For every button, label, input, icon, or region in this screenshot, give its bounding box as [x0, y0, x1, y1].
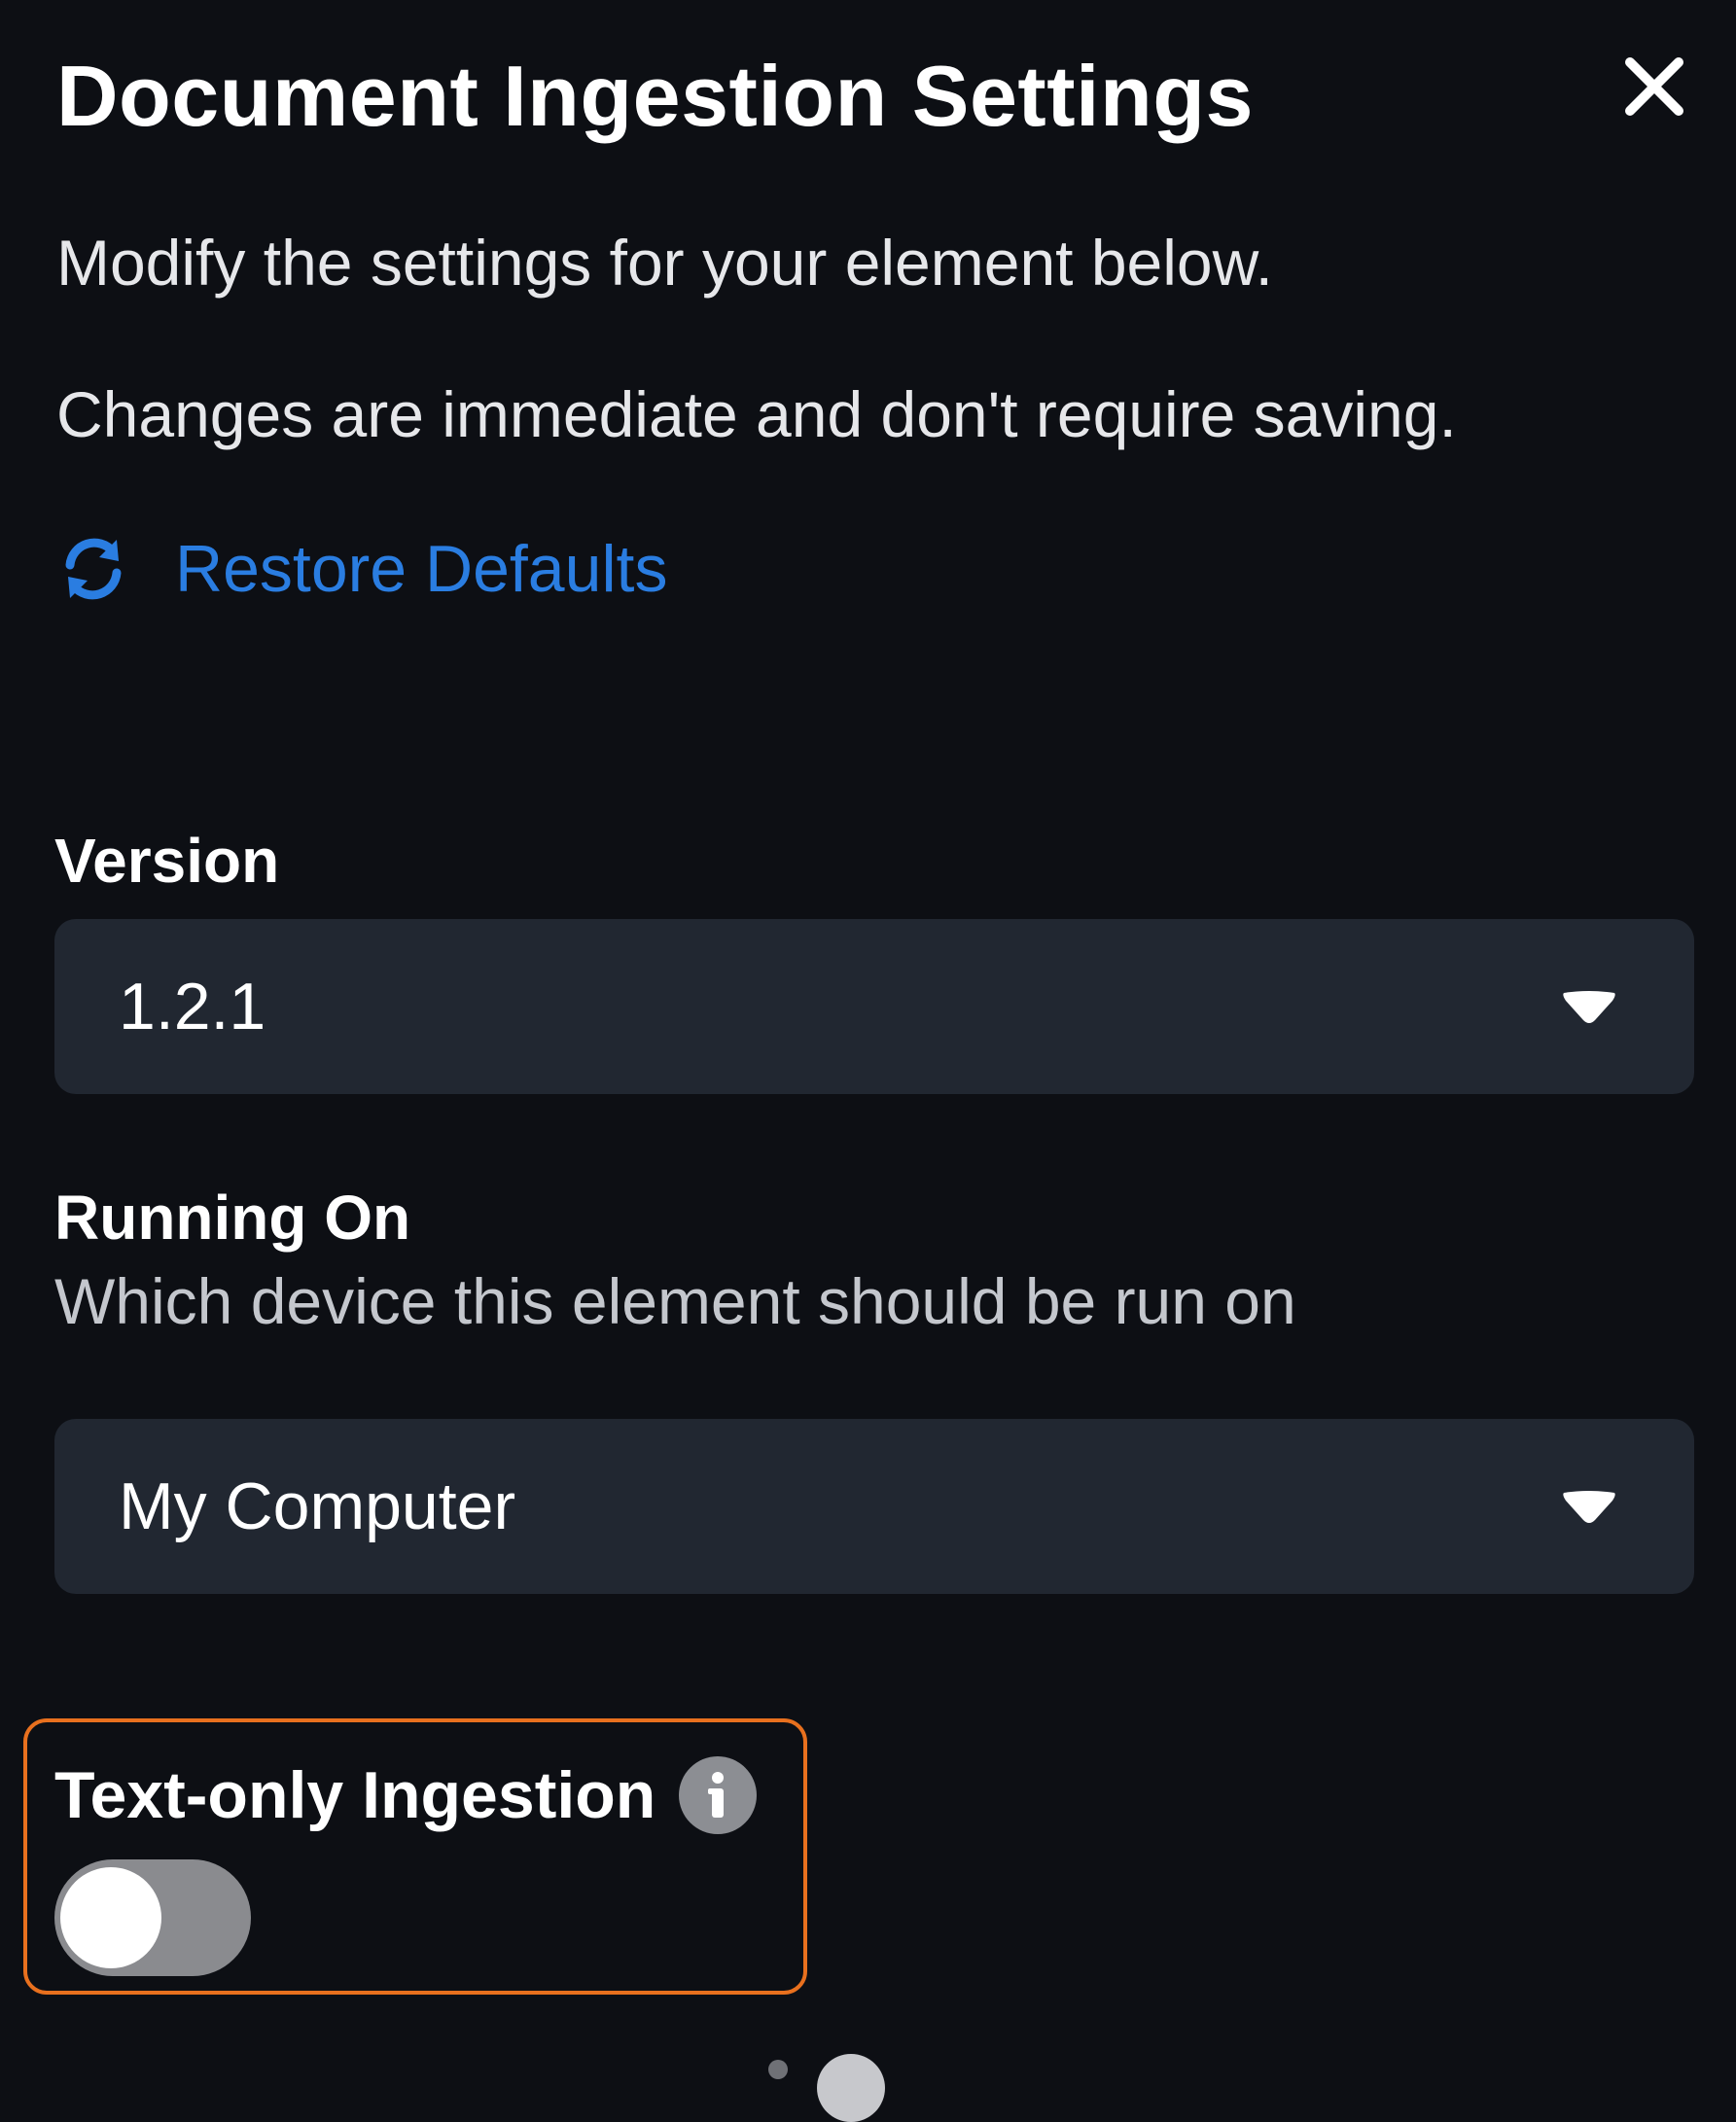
version-select[interactable]: 1.2.1 — [54, 919, 1694, 1094]
version-selected-value: 1.2.1 — [119, 970, 266, 1043]
restore-defaults-label: Restore Defaults — [175, 532, 668, 606]
settings-dialog: Document Ingestion Settings Modify the s… — [0, 0, 1736, 2122]
info-icon[interactable] — [679, 1756, 758, 1834]
caret-down-icon — [1558, 1487, 1620, 1526]
running-on-select[interactable]: My Computer — [54, 1419, 1694, 1594]
toggle-knob — [60, 1867, 161, 1968]
refresh-icon — [65, 538, 122, 600]
description-line-1: Modify the settings for your element bel… — [56, 227, 1273, 299]
text-only-ingestion-toggle[interactable] — [54, 1859, 251, 1976]
running-on-selected-value: My Computer — [119, 1469, 516, 1543]
dialog-title: Document Ingestion Settings — [56, 48, 1254, 144]
partial-info-icon — [817, 2054, 885, 2122]
version-label: Version — [54, 826, 280, 896]
close-icon[interactable] — [1618, 51, 1690, 123]
running-on-help-text: Which device this element should be run … — [54, 1265, 1296, 1337]
caret-down-icon — [1558, 987, 1620, 1026]
text-only-ingestion-header: Text-only Ingestion — [54, 1756, 758, 1834]
running-on-label: Running On — [54, 1183, 411, 1253]
partial-icon — [768, 2060, 788, 2079]
description-line-2: Changes are immediate and don't require … — [56, 378, 1457, 450]
text-only-ingestion-label: Text-only Ingestion — [54, 1758, 656, 1832]
restore-defaults-button[interactable]: Restore Defaults — [56, 525, 667, 613]
